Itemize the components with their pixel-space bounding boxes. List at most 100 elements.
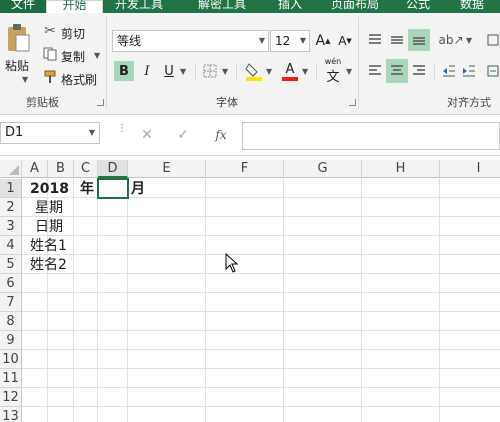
decrease-indent-icon[interactable]: [440, 61, 458, 81]
chevron-down-icon: ▼: [258, 36, 265, 45]
column-header-d[interactable]: D: [98, 160, 128, 178]
align-middle-icon[interactable]: [388, 31, 406, 49]
column-header-h[interactable]: H: [362, 160, 440, 178]
underline-dropdown-icon[interactable]: ▼: [180, 67, 186, 76]
column-header-i[interactable]: I: [440, 160, 500, 178]
fill-color-icon[interactable]: [244, 61, 264, 83]
ribbon-tabs: 文件 开始 开发工具 解密工具 插入 页面布局 公式 数据: [0, 0, 500, 13]
insert-function-icon[interactable]: fx: [210, 126, 232, 144]
copy-button[interactable]: 复制: [61, 48, 85, 65]
font-launcher-icon[interactable]: [349, 99, 356, 106]
shrink-font-icon[interactable]: A ▼: [336, 32, 354, 50]
row-header[interactable]: 3: [0, 217, 22, 236]
gridlines: [22, 179, 500, 422]
row-header[interactable]: 9: [0, 331, 22, 350]
bold-button[interactable]: B: [114, 61, 134, 81]
column-header-g[interactable]: G: [284, 160, 362, 178]
name-box[interactable]: D1 ▼: [0, 122, 100, 144]
tab-page-layout[interactable]: 页面布局: [323, 0, 387, 13]
chevron-down-icon: ▼: [88, 128, 95, 137]
paste-button[interactable]: 粘贴: [5, 57, 29, 74]
merge-center-icon[interactable]: [486, 61, 500, 81]
tab-formulas[interactable]: 公式: [398, 0, 438, 13]
phonetic-icon[interactable]: wén 文: [322, 57, 344, 85]
orientation-icon[interactable]: ab↗: [438, 31, 463, 49]
paste-dropdown-icon[interactable]: ▼: [22, 75, 28, 84]
orientation-dropdown-icon[interactable]: ▼: [466, 36, 472, 45]
align-bottom-icon[interactable]: [408, 29, 430, 51]
row-header[interactable]: 11: [0, 369, 22, 388]
row-header[interactable]: 2: [0, 198, 22, 217]
column-header-c[interactable]: C: [74, 160, 98, 178]
row-header[interactable]: 13: [0, 407, 22, 422]
fill-color-dropdown-icon[interactable]: ▼: [266, 67, 272, 76]
group-divider: [316, 63, 317, 81]
formula-input[interactable]: [242, 122, 500, 150]
row-header[interactable]: 12: [0, 388, 22, 407]
row-header[interactable]: 4: [0, 236, 22, 255]
italic-button[interactable]: I: [138, 61, 156, 81]
underline-button[interactable]: U: [160, 61, 178, 81]
align-right-icon[interactable]: [410, 61, 428, 81]
column-header-a[interactable]: A: [22, 160, 48, 178]
borders-icon[interactable]: [202, 63, 218, 79]
cell-e1[interactable]: 月: [131, 180, 145, 198]
cancel-icon[interactable]: ✕: [138, 126, 156, 144]
cell-a2[interactable]: 星期: [35, 199, 63, 217]
format-painter-button[interactable]: 格式刷: [61, 71, 97, 88]
cell-a4[interactable]: 姓名1: [30, 237, 67, 255]
cell-a3[interactable]: 日期: [35, 218, 63, 236]
tab-data[interactable]: 数据: [452, 0, 492, 13]
wrap-text-icon[interactable]: [486, 31, 500, 49]
align-center-icon[interactable]: [386, 59, 408, 83]
row-header[interactable]: 1: [0, 179, 22, 198]
tab-file[interactable]: 文件: [0, 0, 46, 13]
scissors-icon: ✂: [44, 23, 56, 39]
row-header[interactable]: 6: [0, 274, 22, 293]
column-header-f[interactable]: F: [206, 160, 284, 178]
paste-icon[interactable]: [4, 23, 32, 53]
column-header-e[interactable]: E: [128, 160, 206, 178]
increase-indent-icon[interactable]: [460, 61, 478, 81]
more-icon: ⋮: [117, 123, 127, 134]
font-color-swatch: [282, 77, 298, 81]
font-color-icon[interactable]: A: [280, 61, 300, 83]
cell-a5[interactable]: 姓名2: [30, 256, 67, 274]
alignment-group-label: 对齐方式: [447, 96, 491, 109]
ribbon: 粘贴 ▼ ✂ 剪切 复制 ▼ 格式刷 剪贴板 等线 ▼ 12 ▼ A ▲ A ▼ B…: [0, 13, 500, 115]
clipboard-launcher-icon[interactable]: [97, 99, 104, 106]
worksheet-grid: A B C D E F G H I 1 2 3 4 5 6 7 8 9 10 1…: [0, 160, 500, 422]
borders-dropdown-icon[interactable]: ▼: [222, 67, 228, 76]
cell-a1[interactable]: 2018: [30, 180, 69, 198]
copy-dropdown-icon[interactable]: ▼: [94, 51, 100, 60]
group-divider: [106, 17, 107, 109]
align-left-icon[interactable]: [366, 61, 384, 81]
enter-icon[interactable]: ✓: [174, 126, 192, 144]
phonetic-dropdown-icon[interactable]: ▼: [346, 67, 352, 76]
align-top-icon[interactable]: [366, 31, 384, 49]
row-header[interactable]: 5: [0, 255, 22, 274]
row-header[interactable]: 7: [0, 293, 22, 312]
font-name-combo[interactable]: 等线 ▼: [112, 30, 269, 52]
cut-button[interactable]: 剪切: [61, 25, 85, 42]
tab-home[interactable]: 开始: [46, 0, 103, 13]
row-header[interactable]: 8: [0, 312, 22, 331]
formula-bar: D1 ▼ ⋮ ✕ ✓ fx: [0, 116, 500, 156]
format-painter-icon: [42, 69, 58, 85]
tab-decrypt[interactable]: 解密工具: [190, 0, 254, 13]
font-color-dropdown-icon[interactable]: ▼: [302, 67, 308, 76]
font-color-label: A: [285, 62, 295, 77]
select-all-corner[interactable]: [0, 160, 22, 178]
font-size-value: 12: [275, 34, 291, 48]
grow-font-icon[interactable]: A ▲: [314, 32, 332, 50]
row-header[interactable]: 10: [0, 350, 22, 369]
cell-c1[interactable]: 年: [80, 180, 94, 198]
clipboard-group-label: 剪贴板: [26, 96, 59, 109]
font-size-combo[interactable]: 12 ▼: [270, 30, 310, 52]
tab-insert[interactable]: 插入: [270, 0, 310, 13]
font-name-value: 等线: [117, 34, 142, 48]
column-header-b[interactable]: B: [48, 160, 74, 178]
group-divider: [358, 17, 359, 109]
tab-developer[interactable]: 开发工具: [108, 0, 170, 13]
selected-cell-d1[interactable]: [97, 178, 129, 199]
